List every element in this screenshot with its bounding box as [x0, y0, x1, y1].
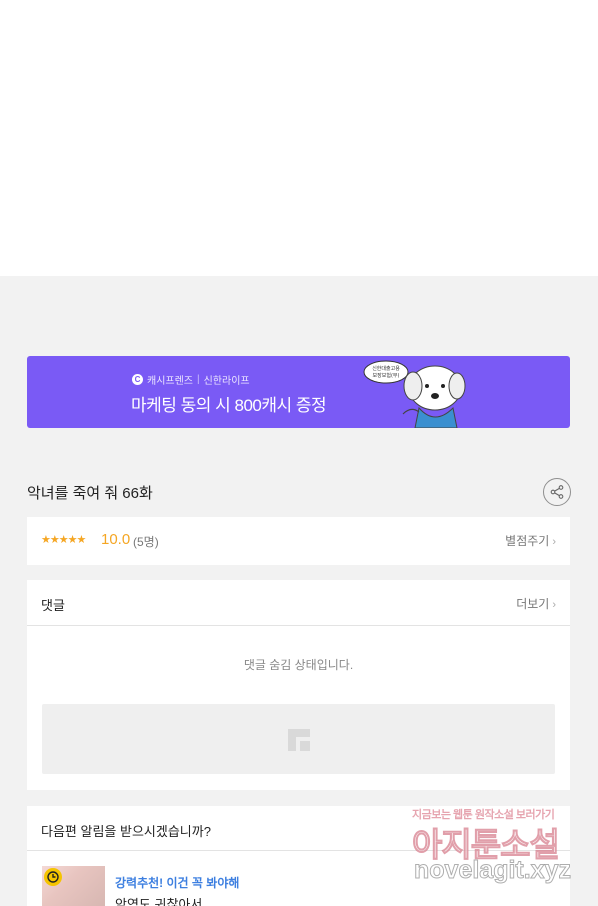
- notify-title: 다음편 알림을 받으시겠습니까?: [41, 824, 211, 839]
- banner-brand-row: C 캐시프렌즈 | 신한라이프: [132, 372, 250, 387]
- dog-mascot-icon: 신한대출고용 보장보험(무): [363, 360, 466, 428]
- promo-banner[interactable]: C 캐시프렌즈 | 신한라이프 마케팅 동의 시 800캐시 증정 신한대출고용…: [27, 356, 570, 428]
- rating-count: (5명): [133, 535, 159, 549]
- content-blank-area: [0, 0, 598, 276]
- share-button[interactable]: [543, 478, 571, 506]
- clock-icon: [44, 868, 62, 886]
- recommend-thumbnail[interactable]: [42, 866, 105, 906]
- notify-card: 다음편 알림을 받으시겠습니까? 강력추천! 이건 꼭 봐야해 악역도 귀찮아서: [27, 806, 570, 906]
- ad-placeholder-icon: [288, 729, 310, 751]
- recommend-work-title[interactable]: 악역도 귀찮아서: [115, 894, 202, 906]
- mascot-bubble-line-1: 신한대출고용: [372, 365, 400, 372]
- chevron-right-icon: ›: [552, 536, 556, 548]
- cashfriends-logo-icon: C: [132, 374, 143, 385]
- rating-stars: ★★★★★: [41, 534, 86, 546]
- chevron-right-icon: ›: [552, 599, 556, 611]
- rate-button[interactable]: 별점주기 ›: [505, 532, 556, 549]
- banner-headline: 마케팅 동의 시 800캐시 증정: [131, 396, 327, 415]
- comments-header: 댓글 더보기 ›: [27, 580, 570, 626]
- comments-more-button[interactable]: 더보기 ›: [516, 595, 556, 612]
- comments-card: 댓글 더보기 › 댓글 숨김 상태입니다.: [27, 580, 570, 790]
- share-icon: [550, 485, 564, 499]
- rating-score: 10.0: [101, 531, 131, 548]
- comments-title: 댓글: [41, 598, 65, 613]
- recommend-label[interactable]: 강력추천! 이건 꼭 봐야해: [115, 874, 239, 891]
- banner-brand: 캐시프렌즈: [147, 376, 193, 387]
- episode-title: 악녀를 죽여 줘 66화: [27, 485, 153, 502]
- comments-more-label: 더보기: [516, 597, 550, 611]
- mascot-bubble-line-2: 보장보험(무): [373, 372, 400, 379]
- comments-hidden-message: 댓글 숨김 상태입니다.: [243, 658, 354, 672]
- rating-card: ★★★★★ 10.0 (5명) 별점주기 ›: [27, 517, 570, 565]
- rate-button-label: 별점주기: [505, 534, 550, 548]
- banner-partner: 신한라이프: [203, 376, 250, 387]
- ad-placeholder[interactable]: [42, 704, 555, 774]
- notify-header[interactable]: 다음편 알림을 받으시겠습니까?: [27, 806, 570, 851]
- brand-divider: |: [197, 374, 200, 385]
